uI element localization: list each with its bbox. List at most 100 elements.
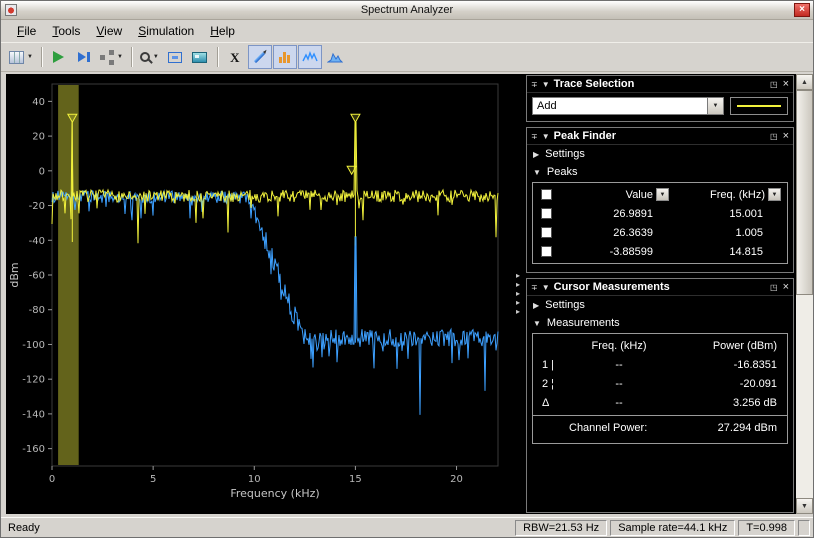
- close-icon[interactable]: ×: [783, 79, 789, 90]
- scroll-down-button[interactable]: ▼: [796, 498, 813, 514]
- cursor-settings-toggle[interactable]: ▶ Settings: [527, 296, 793, 314]
- run-button[interactable]: [47, 45, 71, 69]
- chevron-down-icon[interactable]: ▼: [707, 97, 724, 115]
- peaks-table-header: Value ▼ Freq. (kHz) ▼: [533, 185, 787, 204]
- svg-text:20: 20: [32, 132, 45, 143]
- peak-finder-button[interactable]: [248, 45, 272, 69]
- scrollbar-track[interactable]: [796, 295, 813, 498]
- pin-icon[interactable]: ∓: [531, 132, 538, 141]
- menu-file[interactable]: File: [9, 22, 44, 40]
- spectrogram-button[interactable]: [323, 45, 347, 69]
- step-forward-button[interactable]: [72, 45, 96, 69]
- close-icon[interactable]: ×: [783, 282, 789, 293]
- svg-text:0: 0: [39, 166, 45, 177]
- svg-text:-40: -40: [29, 236, 45, 247]
- freq-column-header: Freq. (kHz): [710, 189, 765, 201]
- peak-row-checkbox[interactable]: [541, 227, 552, 238]
- undock-icon[interactable]: ◳: [770, 80, 778, 89]
- snapshot-icon: [192, 52, 207, 63]
- splitter-arrow-icon: ▸: [516, 281, 520, 289]
- panel-title: Peak Finder: [554, 130, 616, 142]
- branch-icon: [100, 55, 105, 60]
- peak-finder-peaks-toggle[interactable]: ▼ Peaks: [527, 163, 793, 181]
- peaks-table: Value ▼ Freq. (kHz) ▼ 26.9891 15.001: [532, 182, 788, 264]
- collapse-icon[interactable]: ▼: [542, 132, 550, 141]
- zoom-in-button[interactable]: ▼: [137, 45, 162, 69]
- spectrum-plot[interactable]: 40200-20-40-60-80-100-120-140-1600510152…: [6, 74, 512, 514]
- config-icon: [9, 51, 24, 64]
- measurements-label: Measurements: [547, 317, 620, 329]
- delta-label: Δ: [533, 397, 569, 409]
- cursor-measurements-toggle[interactable]: ▼ Measurements: [527, 314, 793, 332]
- trace-selection-panel: ∓ ▼ Trace Selection ◳ × Add ▼: [526, 75, 794, 122]
- toolbar-separator: [217, 47, 218, 67]
- scroll-up-button[interactable]: ▲: [796, 74, 813, 90]
- channel-measurements-button[interactable]: [273, 45, 297, 69]
- splitter-arrow-icon: ▸: [516, 308, 520, 316]
- panel-title: Trace Selection: [554, 78, 635, 90]
- undock-icon[interactable]: ◳: [770, 132, 778, 141]
- peak-finder-settings-toggle[interactable]: ▶ Settings: [527, 145, 793, 163]
- toolbar-separator: [131, 47, 132, 67]
- dropdown-arrow-icon: ▼: [117, 54, 123, 60]
- expand-icon: ▶: [533, 150, 539, 159]
- trace-select-dropdown[interactable]: Add ▼: [532, 97, 724, 115]
- fit-to-view-icon: [168, 52, 182, 63]
- collapse-icon[interactable]: ▼: [542, 80, 550, 89]
- freq-sort-dropdown[interactable]: ▼: [768, 188, 781, 201]
- sample-rate-indicator: Sample rate=44.1 kHz: [610, 520, 735, 536]
- cursor-table-header: Freq. (kHz) Power (dBm): [533, 336, 787, 355]
- channel-power-value: 27.294 dBm: [718, 422, 777, 434]
- close-icon[interactable]: ×: [783, 131, 789, 142]
- menu-simulation[interactable]: Simulation: [130, 22, 202, 40]
- freq-column-header: Freq. (kHz): [569, 340, 669, 352]
- peak-value: 26.9891: [559, 208, 675, 220]
- panel-splitter[interactable]: ▸ ▸ ▸ ▸ ▸: [512, 74, 524, 514]
- peak-finder-panel: ∓ ▼ Peak Finder ◳ × ▶ Settings ▼ Peaks: [526, 127, 794, 273]
- menu-tools[interactable]: Tools: [44, 22, 88, 40]
- expand-icon: ▶: [533, 301, 539, 310]
- x-measurements-button[interactable]: X: [223, 45, 247, 69]
- spectrum-plot-svg[interactable]: 40200-20-40-60-80-100-120-140-1600510152…: [6, 74, 512, 514]
- scrollbar-thumb[interactable]: [796, 90, 813, 295]
- peak-row-checkbox[interactable]: [541, 208, 552, 219]
- cursor-row: 1 | -- -16.8351: [533, 355, 787, 374]
- settings-label: Settings: [545, 148, 585, 160]
- peak-finder-header[interactable]: ∓ ▼ Peak Finder ◳ ×: [527, 128, 793, 145]
- title-bar[interactable]: Spectrum Analyzer ×: [1, 1, 813, 20]
- splitter-arrow-icon: ▸: [516, 299, 520, 307]
- close-button[interactable]: ×: [794, 3, 810, 17]
- cursor-measurements-header[interactable]: ∓ ▼ Cursor Measurements ◳ ×: [527, 279, 793, 296]
- snapshot-button[interactable]: [188, 45, 212, 69]
- menu-bar: File Tools View Simulation Help: [1, 20, 813, 42]
- pin-icon[interactable]: ∓: [531, 283, 538, 292]
- menu-view[interactable]: View: [88, 22, 130, 40]
- cursor-measurements-panel: ∓ ▼ Cursor Measurements ◳ × ▶ Settings ▼…: [526, 278, 794, 513]
- scope-config-button[interactable]: ▼: [6, 45, 36, 69]
- peaks-select-all-checkbox[interactable]: [541, 189, 552, 200]
- delta-freq: --: [569, 397, 669, 409]
- svg-text:0: 0: [49, 474, 55, 485]
- peak-row: 26.3639 1.005: [533, 223, 787, 242]
- status-bar: Ready RBW=21.53 Hz Sample rate=44.1 kHz …: [1, 517, 813, 537]
- peak-freq: 1.005: [675, 227, 787, 239]
- pen-icon: [254, 51, 265, 62]
- pin-icon[interactable]: ∓: [531, 80, 538, 89]
- peak-row-checkbox[interactable]: [541, 246, 552, 257]
- svg-text:-100: -100: [22, 340, 45, 351]
- cursor-measurements-button[interactable]: [298, 45, 322, 69]
- trace-color-swatch[interactable]: [730, 97, 788, 115]
- trace-select-value: Add: [532, 97, 707, 115]
- menu-help[interactable]: Help: [202, 22, 243, 40]
- trace-selection-header[interactable]: ∓ ▼ Trace Selection ◳ ×: [527, 76, 793, 93]
- fit-to-view-button[interactable]: [163, 45, 187, 69]
- undock-icon[interactable]: ◳: [770, 283, 778, 292]
- value-sort-dropdown[interactable]: ▼: [656, 188, 669, 201]
- peak-row: 26.9891 15.001: [533, 204, 787, 223]
- resize-grip[interactable]: [798, 520, 810, 536]
- simulation-config-button[interactable]: ▼: [97, 45, 126, 69]
- panels-scrollbar[interactable]: ▲ ▼: [796, 74, 813, 514]
- svg-text:10: 10: [248, 474, 261, 485]
- spectrum-curve-icon: [327, 51, 343, 64]
- collapse-icon[interactable]: ▼: [542, 283, 550, 292]
